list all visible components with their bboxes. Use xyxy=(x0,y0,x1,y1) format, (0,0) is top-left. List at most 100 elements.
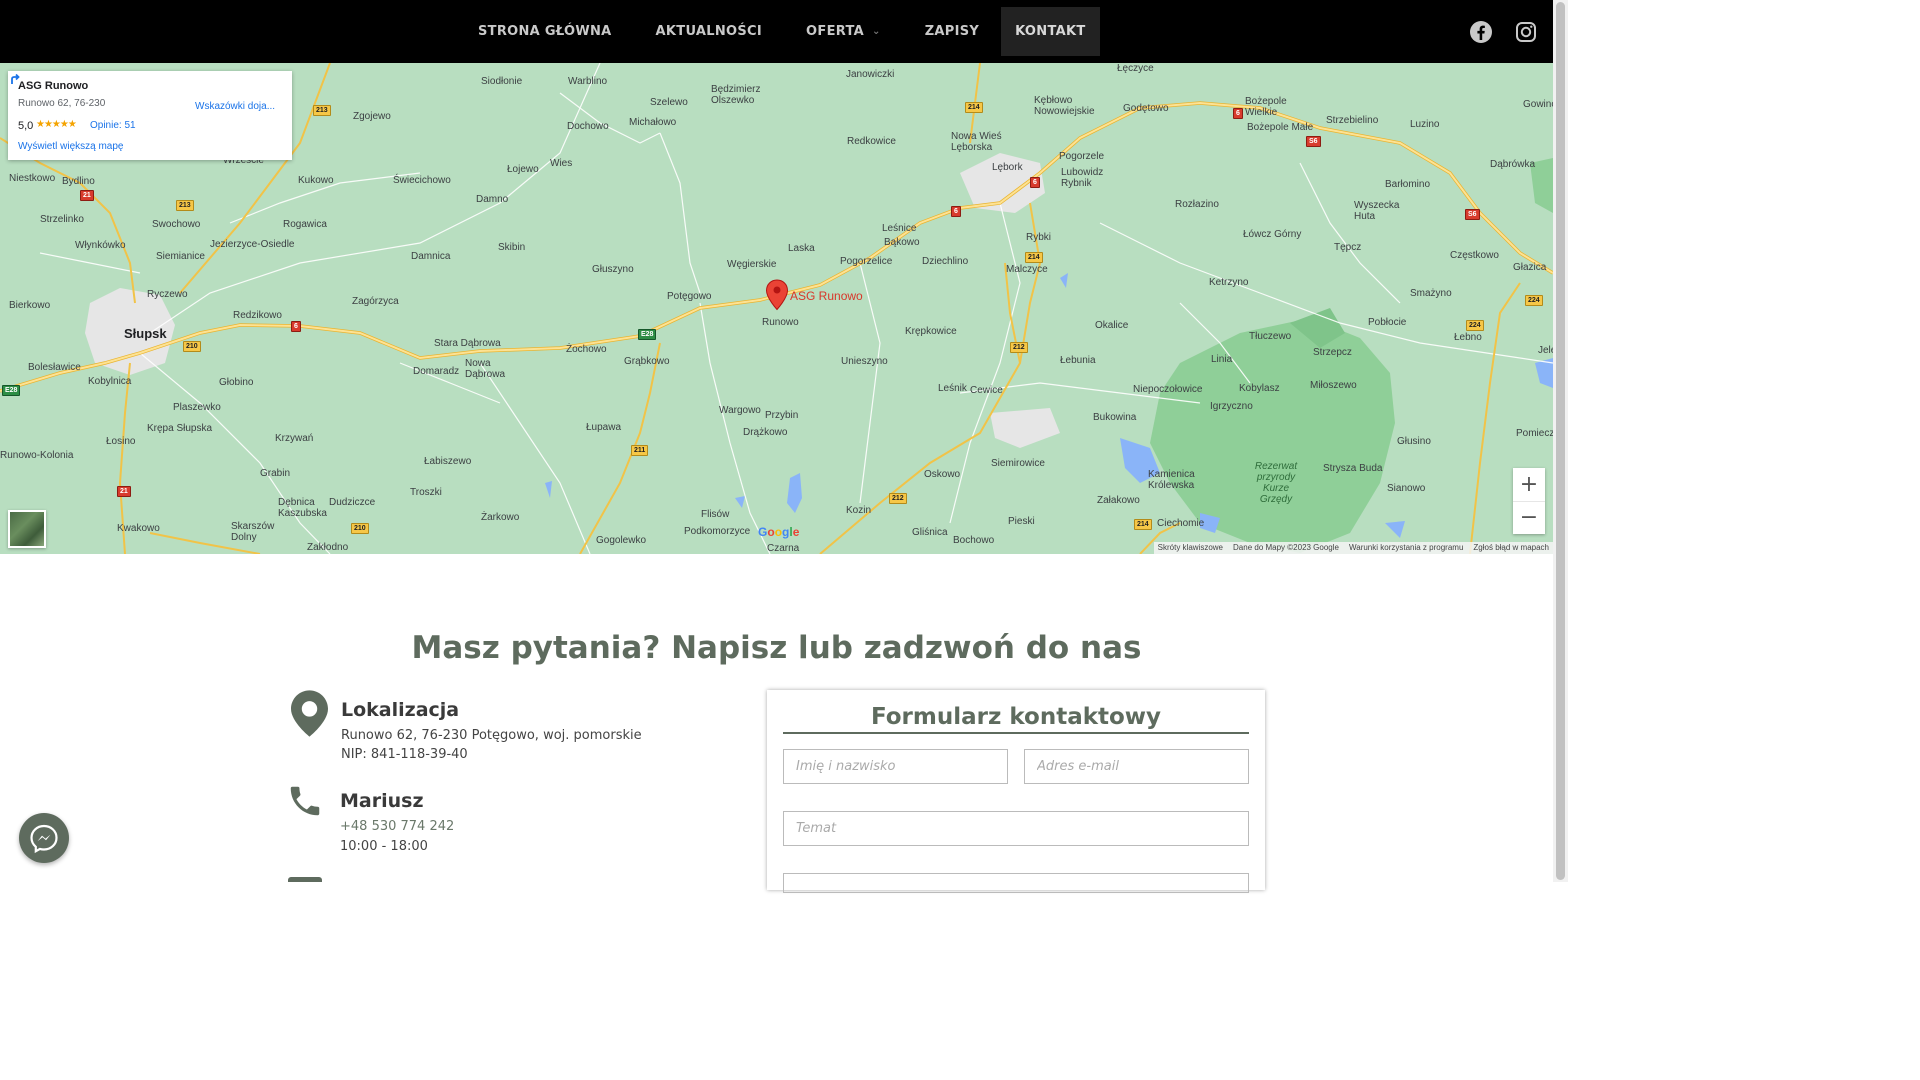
place-label: Barłomino xyxy=(1385,179,1431,190)
place-label: Stara Dąbrowa xyxy=(434,338,501,349)
report-error-link[interactable]: Zgłoś błąd w mapach xyxy=(1473,542,1549,554)
road-badge: 214 xyxy=(1025,252,1043,263)
place-label: Pogorzelice xyxy=(840,256,893,267)
road-badge: 210 xyxy=(183,341,201,352)
place-label: Kobylnica xyxy=(88,376,132,387)
map-attribution: Skróty klawiszowe Dane do Mapy ©2023 Goo… xyxy=(1153,542,1553,554)
instagram-icon[interactable] xyxy=(1514,20,1538,44)
place-label: Krępa Słupska xyxy=(147,423,213,434)
place-label: Potęgowo xyxy=(667,291,712,302)
place-label: Zakłodno xyxy=(307,542,349,553)
place-label: Warblino xyxy=(568,76,608,87)
place-label: Łebno xyxy=(1454,332,1482,343)
nav-item-offer-label: OFERTA xyxy=(806,24,864,39)
place-label: Włynkówko xyxy=(75,240,126,251)
place-label: Pobłocie xyxy=(1368,317,1407,328)
google-map[interactable]: Słupsk Siodłonie Warblino Janowiczki Będ… xyxy=(0,63,1553,554)
satellite-layer-toggle[interactable] xyxy=(8,510,46,548)
place-label: Damnica xyxy=(411,251,451,262)
place-label: Żochowo xyxy=(566,344,607,355)
place-label: Domaradz xyxy=(413,366,460,377)
name-input[interactable] xyxy=(783,749,1008,784)
place-label: Kamienica Królewska xyxy=(1148,469,1195,491)
messenger-chat-button[interactable] xyxy=(19,813,69,863)
road-badge: 6 xyxy=(951,206,961,217)
place-label: Linia xyxy=(1211,354,1233,365)
place-label: Siodłonie xyxy=(481,76,523,87)
location-address: Runowo 62, 76-230 Potęgowo, woj. pomorsk… xyxy=(341,728,642,743)
place-label: Rozłazino xyxy=(1175,199,1219,210)
nav-item-signups[interactable]: ZAPISY xyxy=(903,7,1001,56)
place-label: Częstkowo xyxy=(1450,250,1499,261)
place-label: Nowa Dąbrowa xyxy=(465,358,506,380)
place-label: Miłoszewo xyxy=(1310,380,1357,391)
subject-input[interactable] xyxy=(783,811,1249,846)
message-textarea[interactable] xyxy=(783,873,1249,893)
scrollbar-thumb[interactable] xyxy=(1556,2,1565,880)
place-label: Bochowo xyxy=(953,535,995,546)
place-label: Bąkowo xyxy=(884,237,920,248)
road-badge: 21 xyxy=(117,486,131,497)
road-badge: 211 xyxy=(631,445,649,456)
zoom-out-button[interactable]: − xyxy=(1513,501,1545,534)
place-label: Igrzyczno xyxy=(1210,401,1253,412)
place-label: Runowo xyxy=(762,317,799,328)
place-label: Łojewo xyxy=(507,164,539,175)
terms-link[interactable]: Warunki korzystania z programu xyxy=(1349,542,1463,554)
place-label: Strzelinko xyxy=(40,214,84,225)
nav-item-news[interactable]: AKTUALNOŚCI xyxy=(634,7,784,56)
map-pin-icon[interactable] xyxy=(765,279,789,311)
place-label: Łupawa xyxy=(586,422,622,433)
reviews-link[interactable]: Opinie: 51 xyxy=(90,120,136,131)
nav-item-home[interactable]: STRONA GŁÓWNA xyxy=(456,7,634,56)
place-label: Pogorzele xyxy=(1059,151,1105,162)
zoom-in-button[interactable]: + xyxy=(1513,468,1545,502)
pin-label[interactable]: ASG Runowo xyxy=(790,289,863,303)
place-address: Runowo 62, 76-230 xyxy=(18,98,106,109)
reserve-label: Rezerwat przyrody Kurze Grzędy xyxy=(1254,461,1298,505)
road-badge: 214 xyxy=(965,102,983,113)
place-name: ASG Runowo xyxy=(18,80,89,92)
section-title: Masz pytania? Napisz lub zadzwoń do nas xyxy=(411,630,1142,666)
place-label: Nowa Wieś Lęborska xyxy=(951,131,1002,153)
place-label: Grabin xyxy=(260,468,291,479)
place-label: Jeleń xyxy=(1538,345,1553,356)
place-label: Niestkowo xyxy=(9,173,56,184)
page-scrollbar[interactable] xyxy=(1553,0,1568,882)
facebook-icon[interactable] xyxy=(1469,20,1493,44)
place-label: Żarkowo xyxy=(481,512,520,523)
nav-item-offer[interactable]: OFERTA ⌄ xyxy=(784,7,903,56)
nav-item-contact[interactable]: KONTAKT xyxy=(1001,7,1100,56)
place-label: Skarszów Dolny xyxy=(231,521,275,543)
email-input[interactable] xyxy=(1024,749,1249,784)
road-badge: 224 xyxy=(1525,295,1543,306)
location-nip: NIP: 841-118-39-40 xyxy=(341,747,468,762)
contact-phone-link[interactable]: +48 530 774 242 xyxy=(340,817,454,836)
directions-link[interactable]: Wskazówki doja... xyxy=(195,101,275,112)
keyboard-shortcuts-link[interactable]: Skróty klawiszowe xyxy=(1158,542,1223,554)
place-label: Krępkowice xyxy=(905,326,957,337)
top-navigation: STRONA GŁÓWNA AKTUALNOŚCI OFERTA ⌄ ZAPISY… xyxy=(0,0,1553,63)
road-badge: S6 xyxy=(1306,136,1321,147)
road-badge: 213 xyxy=(313,105,331,116)
place-label: Dziechlino xyxy=(922,256,969,267)
place-label: Kozin xyxy=(846,505,872,516)
place-label: Unieszyno xyxy=(841,356,888,367)
place-label: Bydlino xyxy=(62,176,95,187)
larger-map-link[interactable]: Wyświetl większą mapę xyxy=(18,141,124,152)
place-label: Strzepcz xyxy=(1313,347,1352,358)
directions-icon[interactable] xyxy=(8,71,22,85)
road-badge: E28 xyxy=(2,385,21,396)
place-label: Cewice xyxy=(970,385,1003,396)
nav-menu: STRONA GŁÓWNA AKTUALNOŚCI OFERTA ⌄ ZAPISY… xyxy=(456,7,1100,56)
road-badge: 212 xyxy=(889,493,907,504)
place-label: Leśnice xyxy=(882,223,917,234)
place-label: Oskowo xyxy=(924,469,961,480)
road-badge: 6 xyxy=(1233,108,1243,119)
road-badge: 214 xyxy=(1134,519,1152,530)
road-badge: 6 xyxy=(1030,177,1040,188)
place-label: Luzino xyxy=(1410,119,1440,130)
rating-stars-icon: ★★★★★ xyxy=(36,119,77,130)
map-info-card: ASG Runowo Runowo 62, 76-230 5,0 ★★★★★ O… xyxy=(8,71,292,160)
place-label: Zgojewo xyxy=(353,111,391,122)
